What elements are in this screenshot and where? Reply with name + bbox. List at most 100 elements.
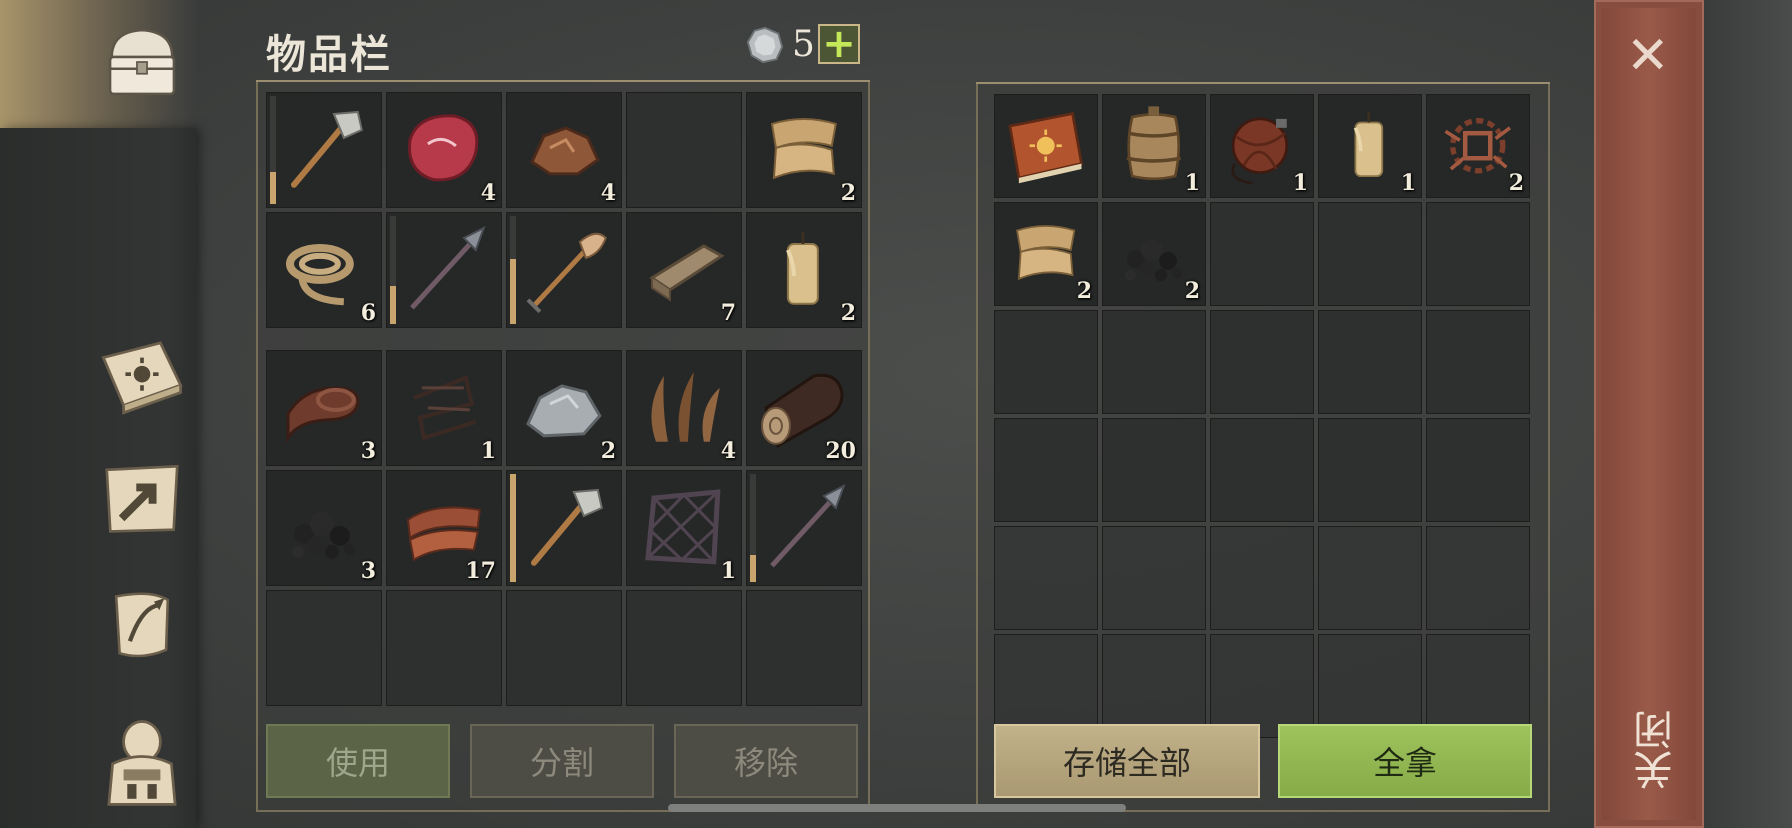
shovel-icon (526, 232, 608, 314)
item-quantity: 2 (1076, 278, 1092, 304)
spear-icon (770, 484, 846, 568)
scrollbar[interactable] (668, 804, 1126, 812)
coal-icon (292, 512, 356, 559)
add-currency-button[interactable]: + (818, 24, 860, 64)
durability-bar (750, 474, 756, 582)
inventory-slot[interactable] (626, 590, 742, 706)
storage-slot[interactable] (994, 94, 1098, 198)
recipe-book-icon (1008, 112, 1084, 184)
inventory-slot[interactable] (506, 470, 622, 586)
storage-slot[interactable] (994, 526, 1098, 630)
stone-hammer-icon (291, 111, 364, 188)
inventory-slot[interactable]: 3 (266, 350, 382, 466)
rope-icon (286, 244, 354, 306)
storage-slot[interactable] (1210, 526, 1314, 630)
inventory-slot[interactable]: 3 (266, 470, 382, 586)
storage-slot[interactable] (1210, 202, 1314, 306)
storage-slot[interactable] (1426, 310, 1530, 414)
quest-scroll-icon (114, 592, 170, 658)
item-quantity: 4 (600, 180, 616, 206)
item-quantity: 1 (1184, 170, 1200, 196)
wood-plank-icon (649, 244, 725, 302)
close-label[interactable]: 关闭 (1628, 710, 1686, 790)
lattice-frame-icon (645, 489, 721, 565)
storage-slot[interactable] (1210, 418, 1314, 522)
storage-slot[interactable] (1210, 310, 1314, 414)
item-quantity: 1 (1292, 170, 1308, 196)
nav-inventory-button[interactable] (92, 12, 192, 112)
storage-slot[interactable]: 1 (1210, 94, 1314, 198)
inventory-slot[interactable]: 2 (746, 212, 862, 328)
inventory-slot[interactable]: 4 (386, 92, 502, 208)
close-icon[interactable]: ✕ (1626, 30, 1670, 82)
inventory-slot[interactable]: 2 (506, 350, 622, 466)
remove-button[interactable]: 移除 (674, 724, 858, 798)
nav-quests-button[interactable] (92, 574, 192, 674)
item-quantity: 4 (720, 438, 736, 464)
storage-slot[interactable] (1102, 310, 1206, 414)
nav-crafting-button[interactable] (92, 448, 192, 548)
item-quantity: 1 (480, 438, 496, 464)
store-all-button[interactable]: 存储全部 (994, 724, 1260, 798)
storage-slot[interactable] (1318, 202, 1422, 306)
wire-coil-icon (413, 375, 477, 441)
storage-slot[interactable] (994, 418, 1098, 522)
leather-roll-icon (286, 386, 360, 444)
inventory-slot[interactable]: 20 (746, 350, 862, 466)
inventory-slot[interactable]: 6 (266, 212, 382, 328)
candle-icon (786, 232, 819, 305)
inventory-slot[interactable]: 7 (626, 212, 742, 328)
storage-slot[interactable] (1318, 310, 1422, 414)
durability-bar (510, 474, 516, 582)
inventory-slot[interactable] (506, 212, 622, 328)
storage-slot[interactable] (994, 634, 1098, 738)
split-button[interactable]: 分割 (470, 724, 654, 798)
take-all-button[interactable]: 全拿 (1278, 724, 1532, 798)
item-quantity: 2 (840, 300, 856, 326)
fiber-icon (651, 372, 720, 442)
item-quantity: 6 (360, 300, 376, 326)
storage-slot[interactable] (1102, 418, 1206, 522)
storage-slot[interactable] (1318, 526, 1422, 630)
storage-slot[interactable] (1318, 634, 1422, 738)
close-panel[interactable] (1594, 0, 1704, 828)
inventory-slot[interactable] (746, 470, 862, 586)
storage-slot[interactable] (1318, 418, 1422, 522)
storage-slot[interactable] (1210, 634, 1314, 738)
storage-slot[interactable]: 1 (1102, 94, 1206, 198)
storage-slot[interactable] (1426, 418, 1530, 522)
silver-coin-icon (746, 26, 784, 63)
item-quantity: 20 (825, 438, 856, 464)
use-button[interactable]: 使用 (266, 724, 450, 798)
inventory-slot[interactable]: 17 (386, 470, 502, 586)
storage-slot[interactable]: 2 (994, 202, 1098, 306)
inventory-grid-bottom: 3 1 2 4 20 3 17 1 (266, 350, 862, 706)
nav-character-button[interactable] (92, 712, 192, 812)
crafting-map-icon (105, 464, 179, 533)
inventory-slot[interactable] (266, 590, 382, 706)
inventory-slot[interactable]: 4 (626, 350, 742, 466)
inventory-slot[interactable] (266, 92, 382, 208)
inventory-slot[interactable]: 2 (746, 92, 862, 208)
storage-slot[interactable]: 1 (1318, 94, 1422, 198)
item-quantity: 1 (1400, 170, 1416, 196)
inventory-slot[interactable] (746, 590, 862, 706)
inventory-slot[interactable]: 4 (506, 92, 622, 208)
storage-slot[interactable] (1102, 526, 1206, 630)
inventory-slot[interactable]: 1 (386, 350, 502, 466)
storage-slot[interactable] (1426, 634, 1530, 738)
inventory-slot[interactable] (506, 590, 622, 706)
inventory-slot[interactable] (626, 92, 742, 208)
storage-slot[interactable] (994, 310, 1098, 414)
nav-recipes-button[interactable] (92, 326, 192, 426)
item-quantity: 2 (1508, 170, 1524, 196)
storage-slot[interactable] (1102, 634, 1206, 738)
item-quantity: 7 (720, 300, 736, 326)
inventory-slot[interactable] (386, 590, 502, 706)
inventory-slot[interactable]: 1 (626, 470, 742, 586)
storage-slot[interactable] (1426, 526, 1530, 630)
storage-slot[interactable]: 2 (1102, 202, 1206, 306)
inventory-slot[interactable] (386, 212, 502, 328)
storage-slot[interactable]: 2 (1426, 94, 1530, 198)
storage-slot[interactable] (1426, 202, 1530, 306)
